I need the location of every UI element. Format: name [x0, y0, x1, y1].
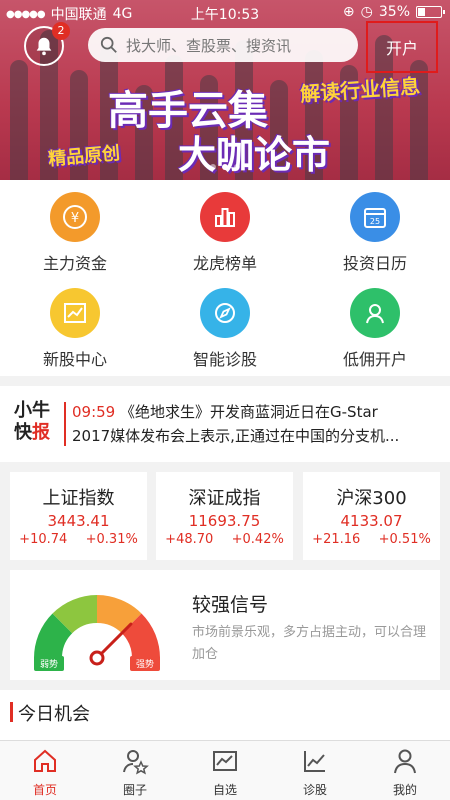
banner-dot-active: [222, 164, 228, 170]
index-change: +21.16: [312, 532, 361, 547]
index-name: 上证指数: [42, 488, 115, 509]
trend-line-icon: [304, 751, 325, 772]
tab-circle[interactable]: 圈子: [90, 741, 180, 800]
search-placeholder: 找大师、查股票、搜资讯: [126, 36, 292, 55]
battery-fill: [418, 8, 426, 16]
section-accent-bar: [10, 702, 13, 722]
news-divider: [64, 402, 66, 446]
index-percent: +0.51%: [378, 532, 431, 547]
tab-mine[interactable]: 我的: [360, 741, 450, 800]
signal-description: 市场前景乐观，多方占据主动，可以合理加仓: [192, 625, 427, 662]
gauge-pivot: [89, 650, 105, 666]
grid-item-invest-calendar[interactable]: 25 投资日历: [300, 192, 450, 274]
index-name: 深证成指: [188, 488, 261, 509]
compass-icon: [200, 288, 250, 338]
open-account-button[interactable]: 开户: [366, 21, 438, 73]
banner-headline-2: 大咖论市: [178, 133, 331, 177]
logo-line-2: 快报: [14, 422, 50, 443]
tab-label: 诊股: [302, 783, 327, 797]
home-icon: [34, 749, 56, 772]
notification-button[interactable]: 2: [24, 22, 70, 66]
market-signal-card[interactable]: 弱势 强势 较强信号 市场前景乐观，多方占据主动，可以合理加仓: [10, 570, 440, 680]
index-card-hs300[interactable]: 沪深300 4133.07 +21.16 +0.51%: [303, 472, 440, 560]
tab-home[interactable]: 首页: [0, 741, 90, 800]
index-card-shenzhen[interactable]: 深证成指 11693.75 +48.70 +0.42%: [156, 472, 293, 560]
index-card-shanghai[interactable]: 上证指数 3443.41 +10.74 +0.31%: [10, 472, 147, 560]
bottom-tab-bar: 首页 圈子 自选 诊股 我的: [0, 740, 450, 800]
banner-dot: [234, 164, 240, 170]
status-bar: ●●●●● 中国联通 4G 上午10:53 ⊕ ◷ 35%: [0, 0, 450, 26]
signal-gauge: 弱势 强势: [34, 595, 160, 671]
search-input[interactable]: 找大师、查股票、搜资讯: [88, 28, 358, 62]
banner-dot: [210, 164, 216, 170]
logo-line-1: 小牛: [14, 400, 50, 421]
grid-item-label: 主力资金: [42, 254, 107, 273]
news-time: 09:59: [72, 403, 116, 421]
index-change: +48.70: [165, 532, 214, 547]
bar-chart-icon: [200, 192, 250, 242]
grid-item-smart-diagnosis[interactable]: 智能诊股: [150, 288, 300, 370]
yen-coin-icon: ¥: [50, 192, 100, 242]
user-icon: [350, 288, 400, 338]
calendar-day: 25: [370, 217, 380, 226]
tab-label: 我的: [392, 783, 417, 797]
grid-item-dragon-tiger[interactable]: 龙虎榜单: [150, 192, 300, 274]
orientation-lock-icon: ⊕: [342, 4, 355, 20]
flash-news-card[interactable]: 小牛 快报 09:59 《绝地求生》开发商蓝洞近日在G-Star 2017媒体发…: [0, 386, 450, 462]
news-line-1: 《绝地求生》开发商蓝洞近日在G-Star: [120, 403, 378, 421]
today-opportunities-header[interactable]: 今日机会: [0, 690, 450, 740]
tab-label: 圈子: [122, 783, 147, 797]
index-change: +10.74: [19, 532, 68, 547]
news-line-2: 2017媒体发布会上表示,正通过在中国的分支机...: [72, 427, 400, 445]
flash-news-logo: 小牛 快报: [14, 400, 58, 444]
tab-watchlist[interactable]: 自选: [180, 741, 270, 800]
feature-grid: ¥ 主力资金 龙虎榜单 25 投资日历 新股中心 智能诊股 低佣开户: [0, 180, 450, 376]
tab-label: 自选: [212, 783, 237, 797]
news-content: 09:59 《绝地求生》开发商蓝洞近日在G-Star 2017媒体发布会上表示,…: [72, 400, 442, 448]
index-value: 11693.75: [188, 512, 261, 530]
index-name: 沪深300: [336, 488, 407, 509]
alarm-icon: ◷: [360, 4, 373, 20]
grid-item-label: 低佣开户: [342, 350, 407, 369]
open-account-label: 开户: [385, 39, 418, 58]
signal-title: 较强信号: [192, 594, 269, 616]
grid-item-ipo-center[interactable]: 新股中心: [0, 288, 150, 370]
grid-item-label: 智能诊股: [192, 350, 257, 369]
grid-item-label: 龙虎榜单: [192, 254, 257, 273]
tab-label: 首页: [32, 783, 57, 797]
index-value: 3443.41: [47, 512, 110, 530]
bell-icon: [36, 37, 52, 56]
weak-label: 弱势: [40, 658, 58, 670]
strong-label: 强势: [136, 658, 154, 670]
grid-item-main-funds[interactable]: ¥ 主力资金: [0, 192, 150, 274]
grid-item-label: 投资日历: [342, 254, 407, 273]
grid-item-low-commission[interactable]: 低佣开户: [300, 288, 450, 370]
trend-chart-icon: [50, 288, 100, 338]
banner-page-indicator: [0, 164, 450, 170]
index-percent: +0.31%: [85, 532, 138, 547]
svg-text:¥: ¥: [71, 211, 79, 226]
search-icon: [100, 36, 117, 53]
user-star-icon: [123, 750, 149, 775]
section-title: 今日机会: [18, 704, 90, 725]
battery-icon: [416, 6, 445, 18]
grid-item-label: 新股中心: [42, 350, 107, 369]
index-percent: +0.42%: [231, 532, 284, 547]
chart-window-icon: [213, 751, 237, 771]
calendar-icon: 25: [350, 192, 400, 242]
tab-diagnosis[interactable]: 诊股: [270, 741, 360, 800]
battery-percent: 35%: [378, 4, 410, 20]
index-value: 4133.07: [340, 512, 403, 530]
person-icon: [394, 749, 416, 774]
